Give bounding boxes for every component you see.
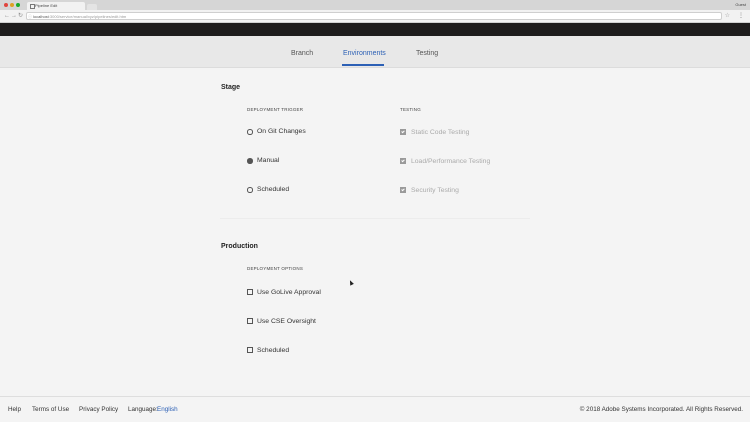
checkbox-use-cse-oversight[interactable]: [247, 318, 253, 324]
section-divider: [220, 218, 530, 219]
deployment-trigger-header: DEPLOYMENT TRIGGER: [247, 107, 304, 112]
checkbox-security-testing[interactable]: [400, 187, 406, 193]
url-path: :3000/service/manual/xyz/pipelines/edit.…: [48, 14, 127, 19]
security-testing-label: Security Testing: [411, 187, 459, 194]
radio-on-git-changes[interactable]: [247, 129, 253, 135]
minimize-window-icon[interactable]: [10, 3, 14, 7]
option-on-git-changes-label[interactable]: On Git Changes: [257, 128, 306, 135]
page-footer: Help Terms of Use Privacy Policy Languag…: [0, 396, 750, 422]
checkbox-load-performance-testing[interactable]: [400, 158, 406, 164]
browser-tab-bar: Pipeline Edit Guest: [0, 0, 750, 10]
maximize-window-icon[interactable]: [16, 3, 20, 7]
pipeline-tabs: Branch Environments Testing: [0, 36, 750, 68]
checkbox-scheduled[interactable]: [247, 347, 253, 353]
page-icon: [30, 4, 35, 9]
footer-terms-link[interactable]: Terms of Use: [32, 406, 69, 413]
app-header-bar: [0, 23, 750, 36]
option-manual-label[interactable]: Manual: [257, 157, 279, 164]
forward-arrow-icon[interactable]: →: [11, 10, 17, 22]
load-performance-testing-label: Load/Performance Testing: [411, 158, 491, 165]
option-scheduled-label[interactable]: Scheduled: [257, 186, 289, 193]
address-bar[interactable]: ⓘ localhost:3000/service/manual/xyz/pipe…: [26, 12, 722, 20]
tab-testing[interactable]: Testing: [416, 50, 438, 57]
browser-tab-title: Pipeline Edit: [35, 3, 58, 8]
footer-help-link[interactable]: Help: [8, 406, 21, 413]
production-title: Production: [221, 243, 258, 250]
browser-tab[interactable]: Pipeline Edit: [27, 2, 85, 10]
footer-copyright: © 2018 Adobe Systems Incorporated. All R…: [579, 406, 743, 413]
use-cse-oversight-label[interactable]: Use CSE Oversight: [257, 318, 316, 325]
reload-icon[interactable]: ↻: [18, 10, 23, 22]
testing-header: TESTING: [400, 107, 421, 112]
checkbox-static-code-testing[interactable]: [400, 129, 406, 135]
radio-scheduled[interactable]: [247, 187, 253, 193]
tab-environments[interactable]: Environments: [343, 50, 386, 57]
stage-title: Stage: [221, 84, 241, 91]
use-golive-approval-label[interactable]: Use GoLive Approval: [257, 289, 321, 296]
tab-branch[interactable]: Branch: [291, 50, 313, 57]
mouse-cursor-icon: [348, 279, 354, 286]
active-tab-indicator: [342, 64, 384, 66]
browser-menu-icon[interactable]: ⋮: [738, 10, 744, 22]
footer-privacy-link[interactable]: Privacy Policy: [79, 406, 118, 413]
info-icon: ⓘ: [28, 14, 32, 19]
url-host: localhost: [33, 14, 49, 19]
footer-language-selector[interactable]: English: [157, 406, 178, 413]
radio-manual[interactable]: [247, 158, 253, 164]
static-code-testing-label: Static Code Testing: [411, 129, 470, 136]
back-arrow-icon[interactable]: ←: [4, 10, 10, 22]
browser-toolbar: ← → ↻ ⓘ localhost:3000/service/manual/xy…: [0, 10, 750, 23]
close-window-icon[interactable]: [4, 3, 8, 7]
checkbox-use-golive-approval[interactable]: [247, 289, 253, 295]
browser-user[interactable]: Guest: [735, 1, 746, 9]
scheduled-option-label[interactable]: Scheduled: [257, 347, 289, 354]
bookmark-star-icon[interactable]: ☆: [725, 10, 730, 22]
deployment-options-header: DEPLOYMENT OPTIONS: [247, 266, 304, 271]
footer-language-label: Language:: [128, 406, 158, 413]
